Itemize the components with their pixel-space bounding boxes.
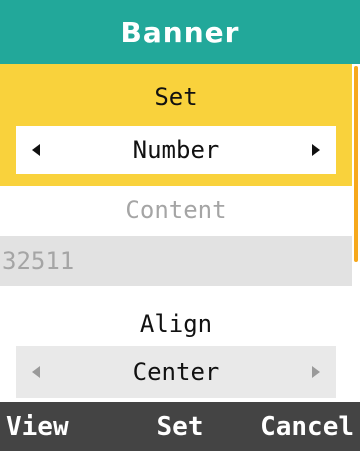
set-value: Number: [132, 136, 220, 164]
align-selector[interactable]: Center: [16, 346, 336, 398]
set-selector[interactable]: Number: [16, 126, 336, 174]
page-title: Banner: [120, 15, 240, 49]
set-label: Set: [154, 83, 198, 111]
arrow-right-icon[interactable]: [312, 144, 320, 156]
content-label: Content: [125, 196, 227, 224]
content-value: 32511: [2, 247, 75, 275]
align-value: Center: [132, 358, 220, 386]
softkey-bar: View Set Cancel: [0, 402, 360, 451]
align-label: Align: [139, 310, 213, 338]
app-header: Banner: [0, 0, 360, 64]
softkey-right[interactable]: Cancel: [260, 402, 354, 451]
arrow-right-icon[interactable]: [312, 366, 320, 378]
arrow-left-icon[interactable]: [32, 366, 40, 378]
arrow-left-icon[interactable]: [32, 144, 40, 156]
scrollbar-thumb[interactable]: [354, 66, 358, 262]
content-field[interactable]: 32511: [0, 236, 352, 286]
